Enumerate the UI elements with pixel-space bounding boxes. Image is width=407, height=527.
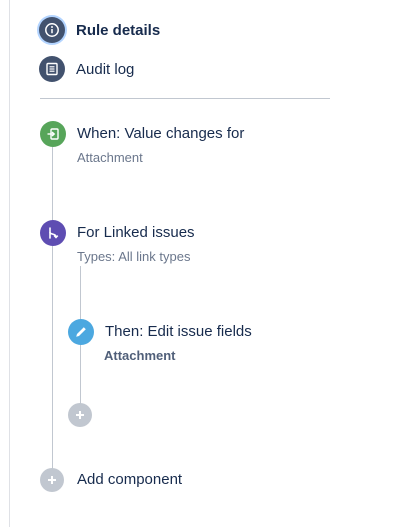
add-component-button[interactable] [40, 468, 64, 492]
trigger-subtitle: Attachment [77, 150, 143, 165]
info-icon [39, 17, 65, 43]
branch-subtitle: Types: All link types [77, 249, 191, 264]
trigger-title[interactable]: When: Value changes for [77, 125, 244, 142]
panel-border [9, 0, 10, 527]
action-title[interactable]: Then: Edit issue fields [105, 323, 252, 340]
branch-title[interactable]: For Linked issues [77, 224, 195, 241]
nav-audit-log[interactable]: Audit log [39, 56, 134, 82]
trigger-icon[interactable] [40, 121, 66, 147]
rule-editor-sidebar: Rule details Audit log When: Value chang… [0, 0, 407, 527]
branch-icon[interactable] [40, 220, 66, 246]
add-component-label[interactable]: Add component [77, 471, 182, 488]
edit-pencil-icon[interactable] [68, 319, 94, 345]
nav-rule-details-label: Rule details [76, 21, 161, 39]
nav-audit-log-label: Audit log [76, 60, 135, 78]
plus-icon [76, 411, 84, 419]
action-subtitle: Attachment [104, 348, 176, 363]
plus-icon [48, 476, 56, 484]
add-branch-component-button[interactable] [68, 403, 92, 427]
divider [40, 98, 330, 99]
nav-rule-details[interactable]: Rule details [39, 17, 160, 43]
flow-connector-main [52, 147, 53, 480]
document-list-icon [39, 56, 65, 82]
